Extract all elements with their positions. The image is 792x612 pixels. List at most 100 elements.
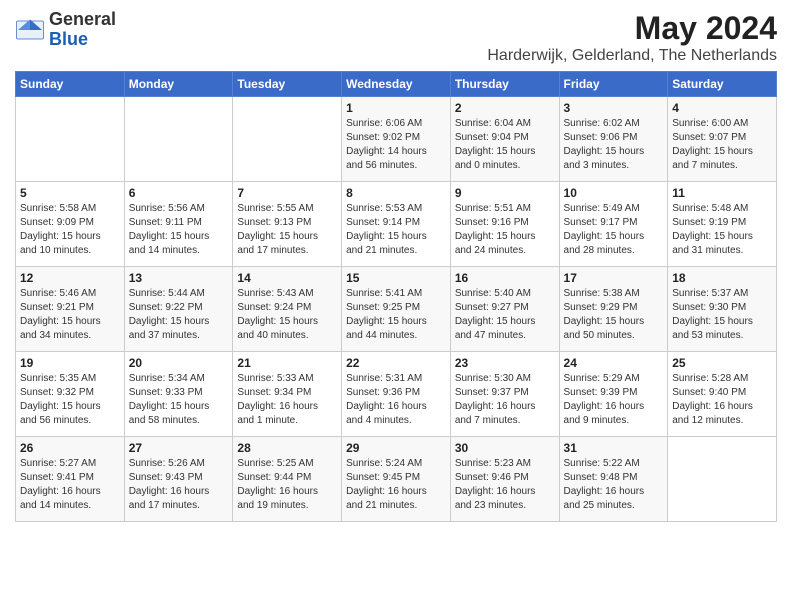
day-cell: 21Sunrise: 5:33 AM Sunset: 9:34 PM Dayli… bbox=[233, 352, 342, 437]
day-cell: 19Sunrise: 5:35 AM Sunset: 9:32 PM Dayli… bbox=[16, 352, 125, 437]
day-info: Sunrise: 5:58 AM Sunset: 9:09 PM Dayligh… bbox=[20, 202, 120, 258]
day-number: 7 bbox=[237, 186, 337, 200]
day-info: Sunrise: 5:49 AM Sunset: 9:17 PM Dayligh… bbox=[564, 202, 664, 258]
day-number: 12 bbox=[20, 271, 120, 285]
day-cell: 4 Sunrise: 6:00 AM Sunset: 9:07 PM Daylig… bbox=[668, 97, 777, 182]
day-info: Sunrise: 5:53 AM Sunset: 9:14 PM Dayligh… bbox=[346, 202, 446, 258]
logo-icon bbox=[15, 15, 45, 45]
day-number: 17 bbox=[564, 271, 664, 285]
day-cell: 12Sunrise: 5:46 AM Sunset: 9:21 PM Dayli… bbox=[16, 267, 125, 352]
calendar-table: SundayMondayTuesdayWednesdayThursdayFrid… bbox=[15, 71, 777, 522]
day-info: Sunrise: 5:40 AM Sunset: 9:27 PM Dayligh… bbox=[455, 287, 555, 343]
day-cell: 22Sunrise: 5:31 AM Sunset: 9:36 PM Dayli… bbox=[342, 352, 451, 437]
day-cell: 28 Sunrise: 5:25 AM Sunset: 9:44 PM Dayli… bbox=[233, 437, 342, 522]
day-info: Sunrise: 5:44 AM Sunset: 9:22 PM Dayligh… bbox=[129, 287, 229, 343]
day-cell: 11Sunrise: 5:48 AM Sunset: 9:19 PM Dayli… bbox=[668, 182, 777, 267]
day-cell: 16 Sunrise: 5:40 AM Sunset: 9:27 PM Dayli… bbox=[450, 267, 559, 352]
day-number: 20 bbox=[129, 356, 229, 370]
day-cell: 5 Sunrise: 5:58 AM Sunset: 9:09 PM Daylig… bbox=[16, 182, 125, 267]
day-number: 4 bbox=[672, 101, 772, 115]
day-info: Sunrise: 5:41 AM Sunset: 9:25 PM Dayligh… bbox=[346, 287, 446, 343]
day-number: 19 bbox=[20, 356, 120, 370]
day-number: 24 bbox=[564, 356, 664, 370]
main-title: May 2024 bbox=[487, 10, 777, 47]
day-info: Sunrise: 5:25 AM Sunset: 9:44 PM Dayligh… bbox=[237, 457, 337, 513]
day-cell: 15Sunrise: 5:41 AM Sunset: 9:25 PM Dayli… bbox=[342, 267, 451, 352]
day-info: Sunrise: 5:24 AM Sunset: 9:45 PM Dayligh… bbox=[346, 457, 446, 513]
day-info: Sunrise: 6:04 AM Sunset: 9:04 PM Dayligh… bbox=[455, 117, 555, 173]
day-cell: 9 Sunrise: 5:51 AM Sunset: 9:16 PM Daylig… bbox=[450, 182, 559, 267]
day-info: Sunrise: 5:30 AM Sunset: 9:37 PM Dayligh… bbox=[455, 372, 555, 428]
day-number: 2 bbox=[455, 101, 555, 115]
day-info: Sunrise: 5:56 AM Sunset: 9:11 PM Dayligh… bbox=[129, 202, 229, 258]
day-cell: 25 Sunrise: 5:28 AM Sunset: 9:40 PM Dayli… bbox=[668, 352, 777, 437]
day-cell: 3 Sunrise: 6:02 AM Sunset: 9:06 PM Daylig… bbox=[559, 97, 668, 182]
week-row-1: 1 Sunrise: 6:06 AM Sunset: 9:02 PM Daylig… bbox=[16, 97, 777, 182]
day-cell: 6 Sunrise: 5:56 AM Sunset: 9:11 PM Daylig… bbox=[124, 182, 233, 267]
day-cell: 27 Sunrise: 5:26 AM Sunset: 9:43 PM Dayli… bbox=[124, 437, 233, 522]
header-cell-thursday: Thursday bbox=[450, 72, 559, 97]
day-number: 29 bbox=[346, 441, 446, 455]
day-cell: 30 Sunrise: 5:23 AM Sunset: 9:46 PM Dayli… bbox=[450, 437, 559, 522]
day-info: Sunrise: 5:33 AM Sunset: 9:34 PM Dayligh… bbox=[237, 372, 337, 428]
day-info: Sunrise: 5:51 AM Sunset: 9:16 PM Dayligh… bbox=[455, 202, 555, 258]
day-number: 16 bbox=[455, 271, 555, 285]
day-number: 3 bbox=[564, 101, 664, 115]
day-cell: 8 Sunrise: 5:53 AM Sunset: 9:14 PM Daylig… bbox=[342, 182, 451, 267]
day-cell bbox=[124, 97, 233, 182]
day-number: 10 bbox=[564, 186, 664, 200]
day-number: 9 bbox=[455, 186, 555, 200]
logo: General Blue bbox=[15, 10, 116, 50]
day-cell: 17 Sunrise: 5:38 AM Sunset: 9:29 PM Dayli… bbox=[559, 267, 668, 352]
day-info: Sunrise: 6:06 AM Sunset: 9:02 PM Dayligh… bbox=[346, 117, 446, 173]
day-number: 27 bbox=[129, 441, 229, 455]
day-number: 25 bbox=[672, 356, 772, 370]
day-info: Sunrise: 5:48 AM Sunset: 9:19 PM Dayligh… bbox=[672, 202, 772, 258]
day-info: Sunrise: 6:02 AM Sunset: 9:06 PM Dayligh… bbox=[564, 117, 664, 173]
title-block: May 2024 Harderwijk, Gelderland, The Net… bbox=[487, 10, 777, 65]
day-number: 6 bbox=[129, 186, 229, 200]
day-cell bbox=[668, 437, 777, 522]
day-info: Sunrise: 5:26 AM Sunset: 9:43 PM Dayligh… bbox=[129, 457, 229, 513]
day-number: 14 bbox=[237, 271, 337, 285]
day-info: Sunrise: 5:55 AM Sunset: 9:13 PM Dayligh… bbox=[237, 202, 337, 258]
day-number: 31 bbox=[564, 441, 664, 455]
day-number: 18 bbox=[672, 271, 772, 285]
header: General Blue May 2024 Harderwijk, Gelder… bbox=[15, 10, 777, 65]
day-cell: 7 Sunrise: 5:55 AM Sunset: 9:13 PM Daylig… bbox=[233, 182, 342, 267]
page: General Blue May 2024 Harderwijk, Gelder… bbox=[0, 0, 792, 612]
day-number: 5 bbox=[20, 186, 120, 200]
header-cell-friday: Friday bbox=[559, 72, 668, 97]
header-cell-tuesday: Tuesday bbox=[233, 72, 342, 97]
day-info: Sunrise: 5:38 AM Sunset: 9:29 PM Dayligh… bbox=[564, 287, 664, 343]
day-number: 8 bbox=[346, 186, 446, 200]
day-number: 1 bbox=[346, 101, 446, 115]
logo-text: General Blue bbox=[49, 10, 116, 50]
day-info: Sunrise: 6:00 AM Sunset: 9:07 PM Dayligh… bbox=[672, 117, 772, 173]
day-cell bbox=[16, 97, 125, 182]
day-number: 30 bbox=[455, 441, 555, 455]
calendar-body: 1 Sunrise: 6:06 AM Sunset: 9:02 PM Daylig… bbox=[16, 97, 777, 522]
day-cell: 26Sunrise: 5:27 AM Sunset: 9:41 PM Dayli… bbox=[16, 437, 125, 522]
day-info: Sunrise: 5:23 AM Sunset: 9:46 PM Dayligh… bbox=[455, 457, 555, 513]
day-cell: 13 Sunrise: 5:44 AM Sunset: 9:22 PM Dayli… bbox=[124, 267, 233, 352]
day-number: 28 bbox=[237, 441, 337, 455]
day-cell: 20Sunrise: 5:34 AM Sunset: 9:33 PM Dayli… bbox=[124, 352, 233, 437]
day-cell: 10 Sunrise: 5:49 AM Sunset: 9:17 PM Dayli… bbox=[559, 182, 668, 267]
day-info: Sunrise: 5:43 AM Sunset: 9:24 PM Dayligh… bbox=[237, 287, 337, 343]
header-cell-saturday: Saturday bbox=[668, 72, 777, 97]
header-row: SundayMondayTuesdayWednesdayThursdayFrid… bbox=[16, 72, 777, 97]
day-info: Sunrise: 5:27 AM Sunset: 9:41 PM Dayligh… bbox=[20, 457, 120, 513]
day-number: 13 bbox=[129, 271, 229, 285]
header-cell-sunday: Sunday bbox=[16, 72, 125, 97]
day-info: Sunrise: 5:28 AM Sunset: 9:40 PM Dayligh… bbox=[672, 372, 772, 428]
calendar-header: SundayMondayTuesdayWednesdayThursdayFrid… bbox=[16, 72, 777, 97]
week-row-2: 5 Sunrise: 5:58 AM Sunset: 9:09 PM Daylig… bbox=[16, 182, 777, 267]
day-cell: 24Sunrise: 5:29 AM Sunset: 9:39 PM Dayli… bbox=[559, 352, 668, 437]
logo-general: General bbox=[49, 10, 116, 30]
day-cell: 2 Sunrise: 6:04 AM Sunset: 9:04 PM Daylig… bbox=[450, 97, 559, 182]
week-row-3: 12Sunrise: 5:46 AM Sunset: 9:21 PM Dayli… bbox=[16, 267, 777, 352]
header-cell-wednesday: Wednesday bbox=[342, 72, 451, 97]
day-cell: 29 Sunrise: 5:24 AM Sunset: 9:45 PM Dayli… bbox=[342, 437, 451, 522]
logo-blue: Blue bbox=[49, 30, 116, 50]
